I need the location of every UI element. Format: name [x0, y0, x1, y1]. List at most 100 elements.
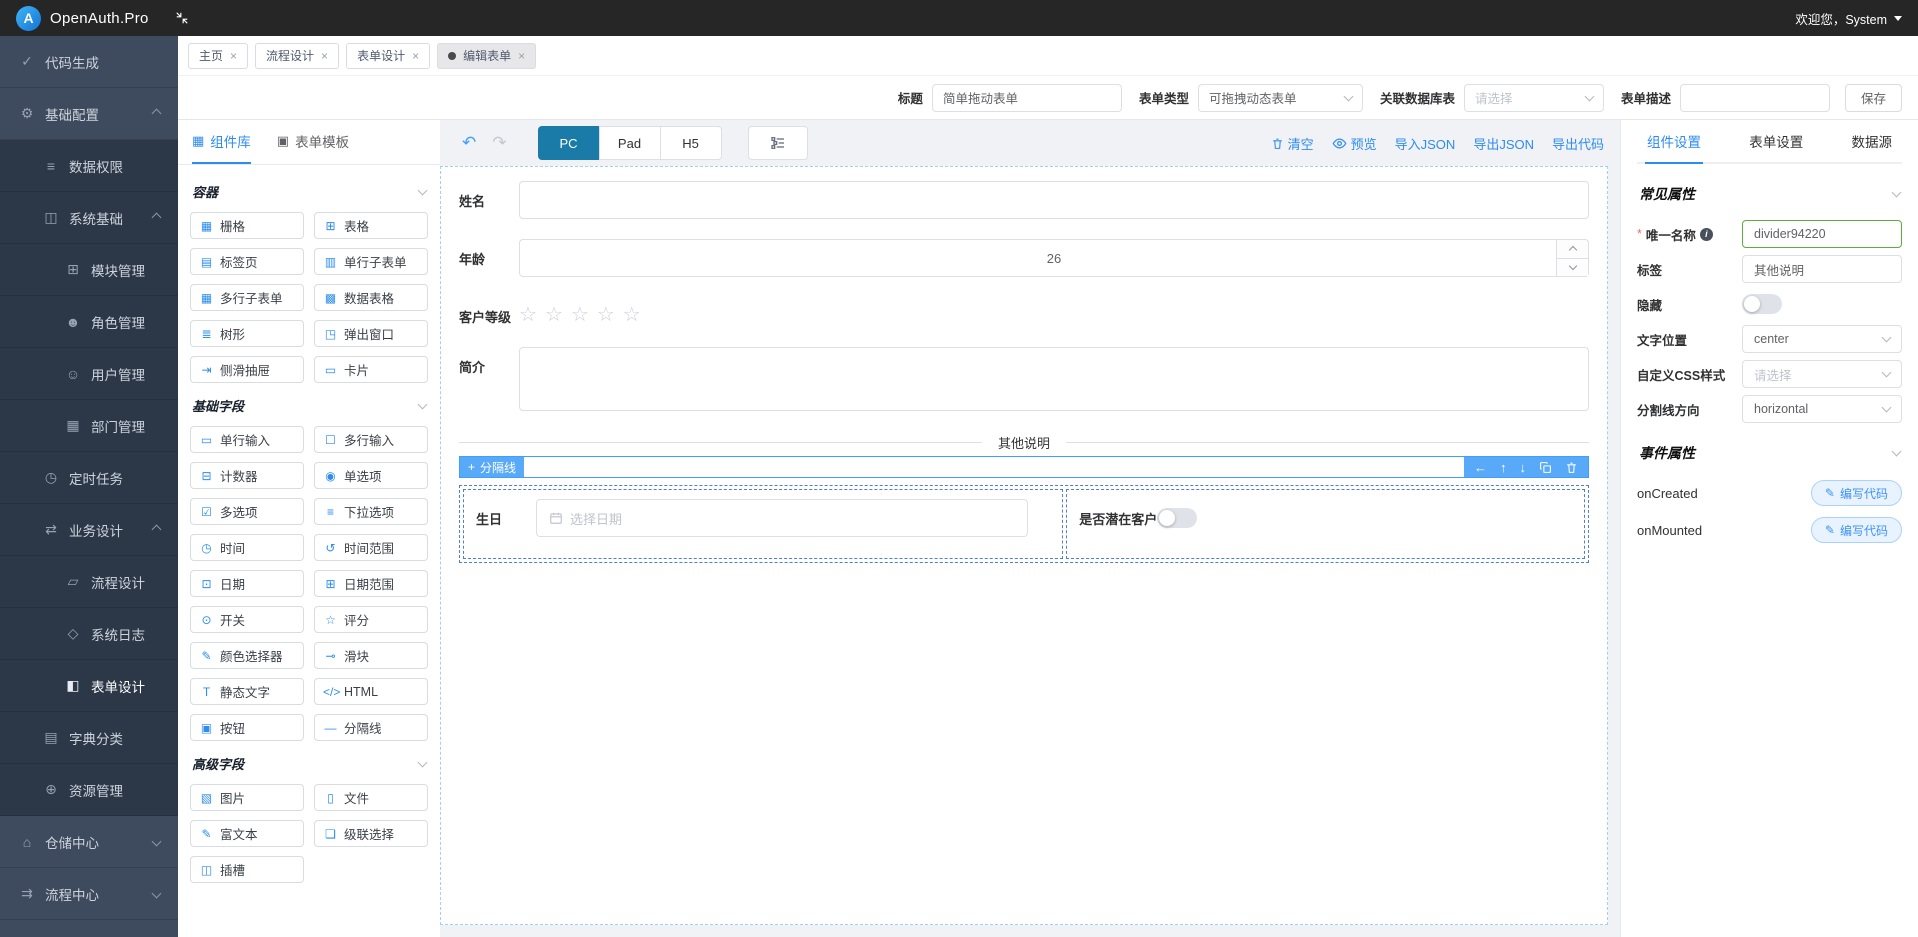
common-props-header[interactable]: 常见属性 — [1639, 184, 1900, 204]
sidebar-item[interactable]: ▤ 字典分类 — [0, 712, 178, 764]
component-item[interactable]: ▥ 单行子表单 — [314, 248, 428, 275]
star-icon[interactable]: ☆ — [571, 305, 589, 327]
component-item[interactable]: ⊡ 日期 — [190, 570, 304, 597]
form-type-select[interactable]: 可拖拽动态表单 — [1198, 84, 1363, 112]
component-item[interactable]: ▣ 按钮 — [190, 714, 304, 741]
component-item[interactable]: ✎ 富文本 — [190, 820, 304, 847]
birthday-date-picker[interactable]: 选择日期 — [536, 499, 1028, 537]
hidden-toggle[interactable] — [1742, 294, 1782, 314]
component-item[interactable]: ⊟ 计数器 — [190, 462, 304, 489]
star-icon[interactable]: ☆ — [623, 305, 641, 327]
sidebar-item[interactable]: ◷ 定时任务 — [0, 452, 178, 504]
inspector-tab[interactable]: 组件设置 — [1645, 120, 1703, 164]
field-row-intro[interactable]: 简介 — [459, 347, 1589, 411]
selected-widget-frame[interactable]: + 分隔线 ← ↑ ↓ — [459, 456, 1589, 478]
component-item[interactable]: T 静态文字 — [190, 678, 304, 705]
form-desc-input[interactable] — [1680, 84, 1830, 112]
page-tab[interactable]: 流程设计 × — [255, 43, 339, 69]
sidebar-item[interactable]: ▦ 部门管理 — [0, 400, 178, 452]
close-icon[interactable]: × — [230, 49, 237, 63]
component-item[interactable]: ◉ 单选项 — [314, 462, 428, 489]
preview-button[interactable]: 预览 — [1332, 134, 1377, 153]
move-left-button[interactable]: ← — [1474, 461, 1487, 474]
close-icon[interactable]: × — [518, 49, 525, 63]
move-up-button[interactable]: ↑ — [1500, 461, 1507, 474]
component-item[interactable]: ☐ 多行输入 — [314, 426, 428, 453]
section-header-containers[interactable]: 容器 — [192, 182, 426, 201]
component-item[interactable]: ≣ 树形 — [190, 320, 304, 347]
increase-button[interactable] — [1557, 240, 1588, 259]
sidebar-item[interactable]: ☻ 角色管理 — [0, 296, 178, 348]
inspector-tab[interactable]: 表单设置 — [1747, 120, 1805, 164]
intro-textarea[interactable] — [519, 347, 1589, 411]
clear-button[interactable]: 清空 — [1271, 134, 1314, 153]
selected-widget-badge[interactable]: + 分隔线 — [460, 457, 524, 477]
component-item[interactable]: ❏ 级联选择 — [314, 820, 428, 847]
info-icon[interactable]: i — [1700, 228, 1713, 241]
sidebar-item[interactable]: ⌂ 仓储中心 — [0, 816, 178, 868]
component-item[interactable]: ◷ 时间 — [190, 534, 304, 561]
component-item[interactable]: ▯ 文件 — [314, 784, 428, 811]
star-icon[interactable]: ☆ — [545, 305, 563, 327]
device-tab[interactable]: H5 — [660, 126, 722, 160]
library-tab[interactable]: ▣ 表单模板 — [277, 120, 349, 164]
field-row-name[interactable]: 姓名 — [459, 181, 1589, 219]
name-input[interactable] — [519, 181, 1589, 219]
event-props-header[interactable]: 事件属性 — [1639, 443, 1900, 463]
move-down-button[interactable]: ↓ — [1520, 461, 1527, 474]
sidebar-item[interactable]: ⚙ 基础配置 — [0, 88, 178, 140]
component-item[interactable]: ◫ 插槽 — [190, 856, 304, 883]
star-icon[interactable]: ☆ — [519, 305, 537, 327]
form-title-input[interactable]: 简单拖动表单 — [932, 84, 1122, 112]
save-button[interactable]: 保存 — [1845, 84, 1902, 112]
sidebar-item[interactable]: ⊞ 模块管理 — [0, 244, 178, 296]
form-canvas[interactable]: 姓名 年龄 26 — [440, 166, 1608, 925]
component-item[interactable]: ▩ 数据表格 — [314, 284, 428, 311]
component-item[interactable]: ▭ 卡片 — [314, 356, 428, 383]
component-item[interactable]: ✎ 颜色选择器 — [190, 642, 304, 669]
component-item[interactable]: ≡ 下拉选项 — [314, 498, 428, 525]
collapse-sidebar-button[interactable] — [175, 11, 189, 25]
sidebar-item[interactable]: ⊕ 资源管理 — [0, 764, 178, 816]
close-icon[interactable]: × — [412, 49, 419, 63]
page-tab[interactable]: 表单设计 × — [346, 43, 430, 69]
sidebar-item[interactable]: ≡ 数据权限 — [0, 140, 178, 192]
field-row-age[interactable]: 年龄 26 — [459, 239, 1589, 277]
component-item[interactable]: ▦ 栅格 — [190, 212, 304, 239]
unique-name-input[interactable]: divider94220 — [1742, 220, 1902, 248]
text-position-select[interactable]: center — [1742, 325, 1902, 353]
component-item[interactable]: ⊞ 日期范围 — [314, 570, 428, 597]
decrease-button[interactable] — [1557, 259, 1588, 277]
component-item[interactable]: ⇥ 侧滑抽屉 — [190, 356, 304, 383]
db-table-select[interactable]: 请选择 — [1464, 84, 1604, 112]
sidebar-item[interactable]: ◇ 系统日志 — [0, 608, 178, 660]
component-item[interactable]: ▧ 图片 — [190, 784, 304, 811]
section-header-advanced-fields[interactable]: 高级字段 — [192, 754, 426, 773]
close-icon[interactable]: × — [321, 49, 328, 63]
library-tab[interactable]: ▦ 组件库 — [192, 120, 251, 164]
component-item[interactable]: ◳ 弹出窗口 — [314, 320, 428, 347]
potential-customer-toggle[interactable] — [1157, 508, 1197, 528]
sidebar-item[interactable]: ⇉ 流程中心 — [0, 868, 178, 920]
component-item[interactable]: ☑ 多选项 — [190, 498, 304, 525]
component-item[interactable]: </> HTML — [314, 678, 428, 705]
export-json-button[interactable]: 导出JSON — [1473, 134, 1534, 153]
field-cell-potential[interactable]: 是否潜在客户 — [1066, 489, 1585, 559]
sidebar-item[interactable]: ◧ 表单设计 — [0, 660, 178, 712]
undo-button[interactable]: ↶ — [462, 133, 476, 153]
duplicate-icon[interactable] — [1539, 461, 1552, 474]
custom-css-select[interactable]: 请选择 — [1742, 360, 1902, 388]
sidebar-item[interactable]: ⇄ 业务设计 — [0, 504, 178, 556]
page-tab[interactable]: 主页 × — [188, 43, 248, 69]
component-item[interactable]: ↺ 时间范围 — [314, 534, 428, 561]
sidebar-item[interactable]: ▣ 附件管理 — [0, 920, 178, 937]
edit-code-button[interactable]: ✎ 编写代码 — [1811, 480, 1902, 506]
tag-input[interactable]: 其他说明 — [1742, 255, 1902, 283]
outline-tree-button[interactable] — [748, 126, 808, 160]
sidebar-item[interactable]: ◫ 系统基础 — [0, 192, 178, 244]
sidebar-item[interactable]: ▱ 流程设计 — [0, 556, 178, 608]
divider-component[interactable]: 其他说明 — [459, 433, 1589, 452]
star-icon[interactable]: ☆ — [597, 305, 615, 327]
component-item[interactable]: — 分隔线 — [314, 714, 428, 741]
sidebar-item[interactable]: ☺ 用户管理 — [0, 348, 178, 400]
